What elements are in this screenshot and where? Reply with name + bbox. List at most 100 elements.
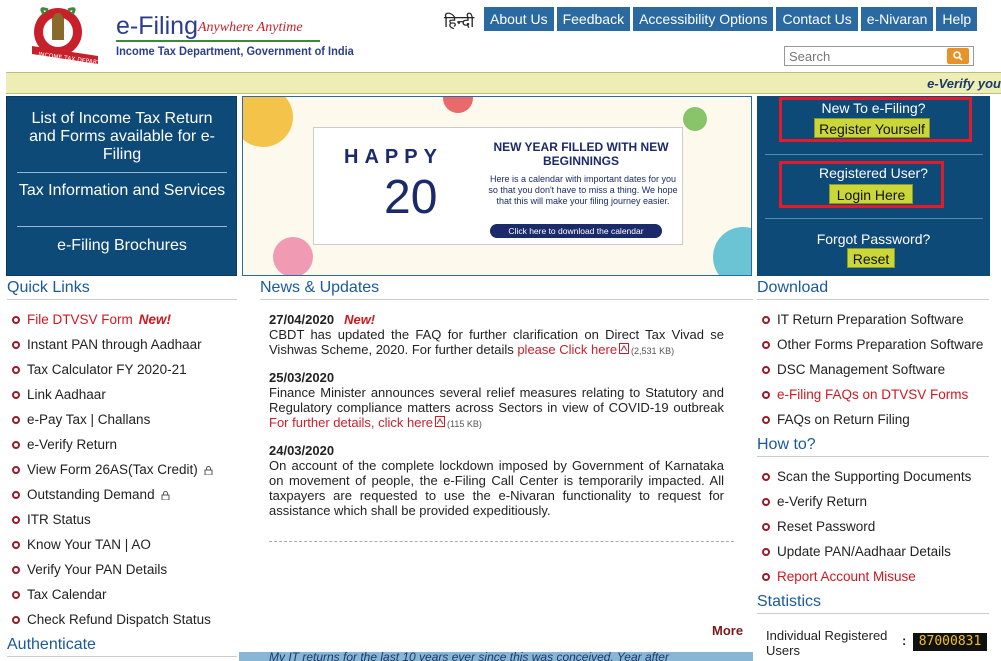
nav-about-us[interactable]: About Us: [484, 7, 554, 31]
bullet-icon: [762, 416, 770, 424]
pdf-icon[interactable]: [435, 416, 446, 427]
bullet-icon: [762, 316, 770, 324]
download-dtvsv-faqs[interactable]: e-Filing FAQs on DTVSV Forms: [758, 387, 983, 412]
banner-decoration: [243, 97, 293, 147]
bullet-icon: [12, 441, 20, 449]
news-date: 27/04/2020 New!: [269, 312, 376, 327]
list-item-label: Reset Password: [777, 519, 876, 534]
bullet-icon: [762, 523, 770, 531]
income-tax-logo-icon[interactable]: INCOME TAX DEPARTMENT: [28, 4, 118, 69]
banner-decoration: [713, 227, 751, 275]
pdf-icon[interactable]: [619, 343, 630, 354]
search-button[interactable]: [947, 48, 969, 64]
itr-forms-link[interactable]: List of Income Tax Return and Forms avai…: [17, 110, 227, 164]
nav-contact-us[interactable]: Contact Us: [776, 7, 858, 31]
download-dsc-software[interactable]: DSC Management Software: [758, 362, 983, 387]
registered-users-label: Individual Registered Users: [766, 628, 888, 658]
list-item-label: e-Verify Return: [777, 494, 868, 509]
news-item: 24/03/2020 On account of the complete lo…: [269, 443, 724, 518]
reset-password-button[interactable]: Reset: [847, 248, 895, 268]
download-other-forms-software[interactable]: Other Forms Preparation Software: [758, 337, 983, 362]
quick-link-instant-pan[interactable]: Instant PAN through Aadhaar: [8, 337, 213, 362]
list-item-label: Know Your TAN | AO: [27, 537, 151, 552]
bullet-icon: [762, 548, 770, 556]
login-highlight-box: [779, 161, 944, 208]
list-item-label: e-Verify Return: [27, 437, 118, 452]
department-name: Income Tax Department, Government of Ind…: [116, 44, 354, 58]
hindi-language-link[interactable]: हिन्दी: [444, 10, 474, 32]
testimonial-text: My IT returns for the last 10 years ever…: [269, 652, 669, 661]
list-item-label: Check Refund Dispatch Status: [27, 612, 211, 627]
bullet-icon: [12, 341, 20, 349]
nav-feedback[interactable]: Feedback: [556, 7, 631, 31]
news-date: 24/03/2020: [269, 443, 335, 458]
list-item-label: e-Pay Tax | Challans: [27, 412, 151, 427]
bullet-icon: [12, 566, 20, 574]
search-box: [784, 46, 974, 66]
quick-link-know-tan-ao[interactable]: Know Your TAN | AO: [8, 537, 213, 562]
quick-link-itr-status[interactable]: ITR Status: [8, 512, 213, 537]
bullet-icon: [12, 616, 20, 624]
quick-link-file-dtvsv-form[interactable]: File DTVSV Form New!: [8, 312, 213, 337]
quick-link-tax-calendar[interactable]: Tax Calendar: [8, 587, 213, 612]
site-title: e-Filing: [116, 12, 198, 40]
top-navigation: About Us Feedback Accessibility Options …: [484, 7, 978, 31]
news-details-link[interactable]: For further details, click here: [269, 415, 433, 430]
download-heading: Download: [757, 279, 829, 296]
new-year-banner[interactable]: HAPPY 20 NEW YEAR FILLED WITH NEW BEGINN…: [242, 96, 752, 276]
site-tagline: Anywhere Anytime: [198, 20, 303, 35]
how-to-e-verify-return[interactable]: e-Verify Return: [758, 494, 971, 519]
list-item-label: Update PAN/Aadhaar Details: [777, 544, 951, 559]
list-item-label: e-Filing FAQs on DTVSV Forms: [777, 387, 969, 402]
section-divider: [757, 613, 989, 614]
quick-link-link-aadhaar[interactable]: Link Aadhaar: [8, 387, 213, 412]
list-item-label: ITR Status: [27, 512, 91, 527]
list-item-label: Link Aadhaar: [27, 387, 106, 402]
download-return-filing-faqs[interactable]: FAQs on Return Filing: [758, 412, 983, 437]
bullet-icon: [12, 416, 20, 424]
file-size: (115 KB): [447, 419, 482, 429]
more-news-link[interactable]: More: [712, 623, 743, 638]
quick-link-e-pay-tax[interactable]: e-Pay Tax | Challans: [8, 412, 213, 437]
list-item-label: Outstanding Demand: [27, 487, 155, 502]
news-ticker: e-Verify you: [6, 72, 1001, 94]
search-input[interactable]: [785, 47, 945, 65]
news-date: 25/03/2020: [269, 370, 335, 385]
header: INCOME TAX DEPARTMENT e-Filing Anywhere …: [0, 0, 1001, 72]
quick-link-form-26as[interactable]: View Form 26AS(Tax Credit): [8, 462, 213, 487]
banner-happy-text: HAPPY: [344, 146, 443, 168]
banner-headline: NEW YEAR FILLED WITH NEW BEGINNINGS: [493, 140, 669, 168]
news-body: Finance Minister announces several relie…: [269, 385, 724, 430]
how-to-reset-password[interactable]: Reset Password: [758, 519, 971, 544]
list-item-label: FAQs on Return Filing: [777, 412, 910, 427]
file-size: (2,531 KB): [631, 346, 675, 356]
download-itr-software[interactable]: IT Return Preparation Software: [758, 312, 983, 337]
stats-separator: :: [902, 633, 907, 648]
banner-card: HAPPY 20 NEW YEAR FILLED WITH NEW BEGINN…: [313, 127, 683, 245]
how-to-report-misuse[interactable]: Report Account Misuse: [758, 569, 971, 594]
nav-e-nivaran[interactable]: e-Nivaran: [860, 7, 934, 31]
ticker-text[interactable]: e-Verify you: [927, 76, 1001, 91]
list-item-label: Instant PAN through Aadhaar: [27, 337, 202, 352]
tax-information-link[interactable]: Tax Information and Services: [17, 182, 227, 200]
quick-link-tax-calculator[interactable]: Tax Calculator FY 2020-21: [8, 362, 213, 387]
new-badge: New!: [138, 312, 172, 327]
quick-link-e-verify-return[interactable]: e-Verify Return: [8, 437, 213, 462]
download-calendar-button[interactable]: Click here to download the calendar: [490, 224, 662, 238]
news-details-link[interactable]: please Click here: [517, 342, 617, 357]
bullet-icon: [12, 591, 20, 599]
quick-link-refund-dispatch[interactable]: Check Refund Dispatch Status: [8, 612, 213, 637]
how-to-update-pan-aadhaar[interactable]: Update PAN/Aadhaar Details: [758, 544, 971, 569]
section-divider: [7, 299, 237, 300]
nav-accessibility-options[interactable]: Accessibility Options: [633, 7, 774, 31]
panel-divider: [765, 154, 983, 155]
panel-divider: [765, 218, 983, 219]
list-item-label: Other Forms Preparation Software: [777, 337, 984, 352]
how-to-scan-documents[interactable]: Scan the Supporting Documents: [758, 469, 971, 494]
nav-help[interactable]: Help: [936, 7, 978, 31]
logo-divider: [116, 40, 320, 42]
brochures-link[interactable]: e-Filing Brochures: [17, 237, 227, 255]
quick-link-verify-pan[interactable]: Verify Your PAN Details: [8, 562, 213, 587]
bullet-icon: [762, 391, 770, 399]
quick-link-outstanding-demand[interactable]: Outstanding Demand: [8, 487, 213, 512]
